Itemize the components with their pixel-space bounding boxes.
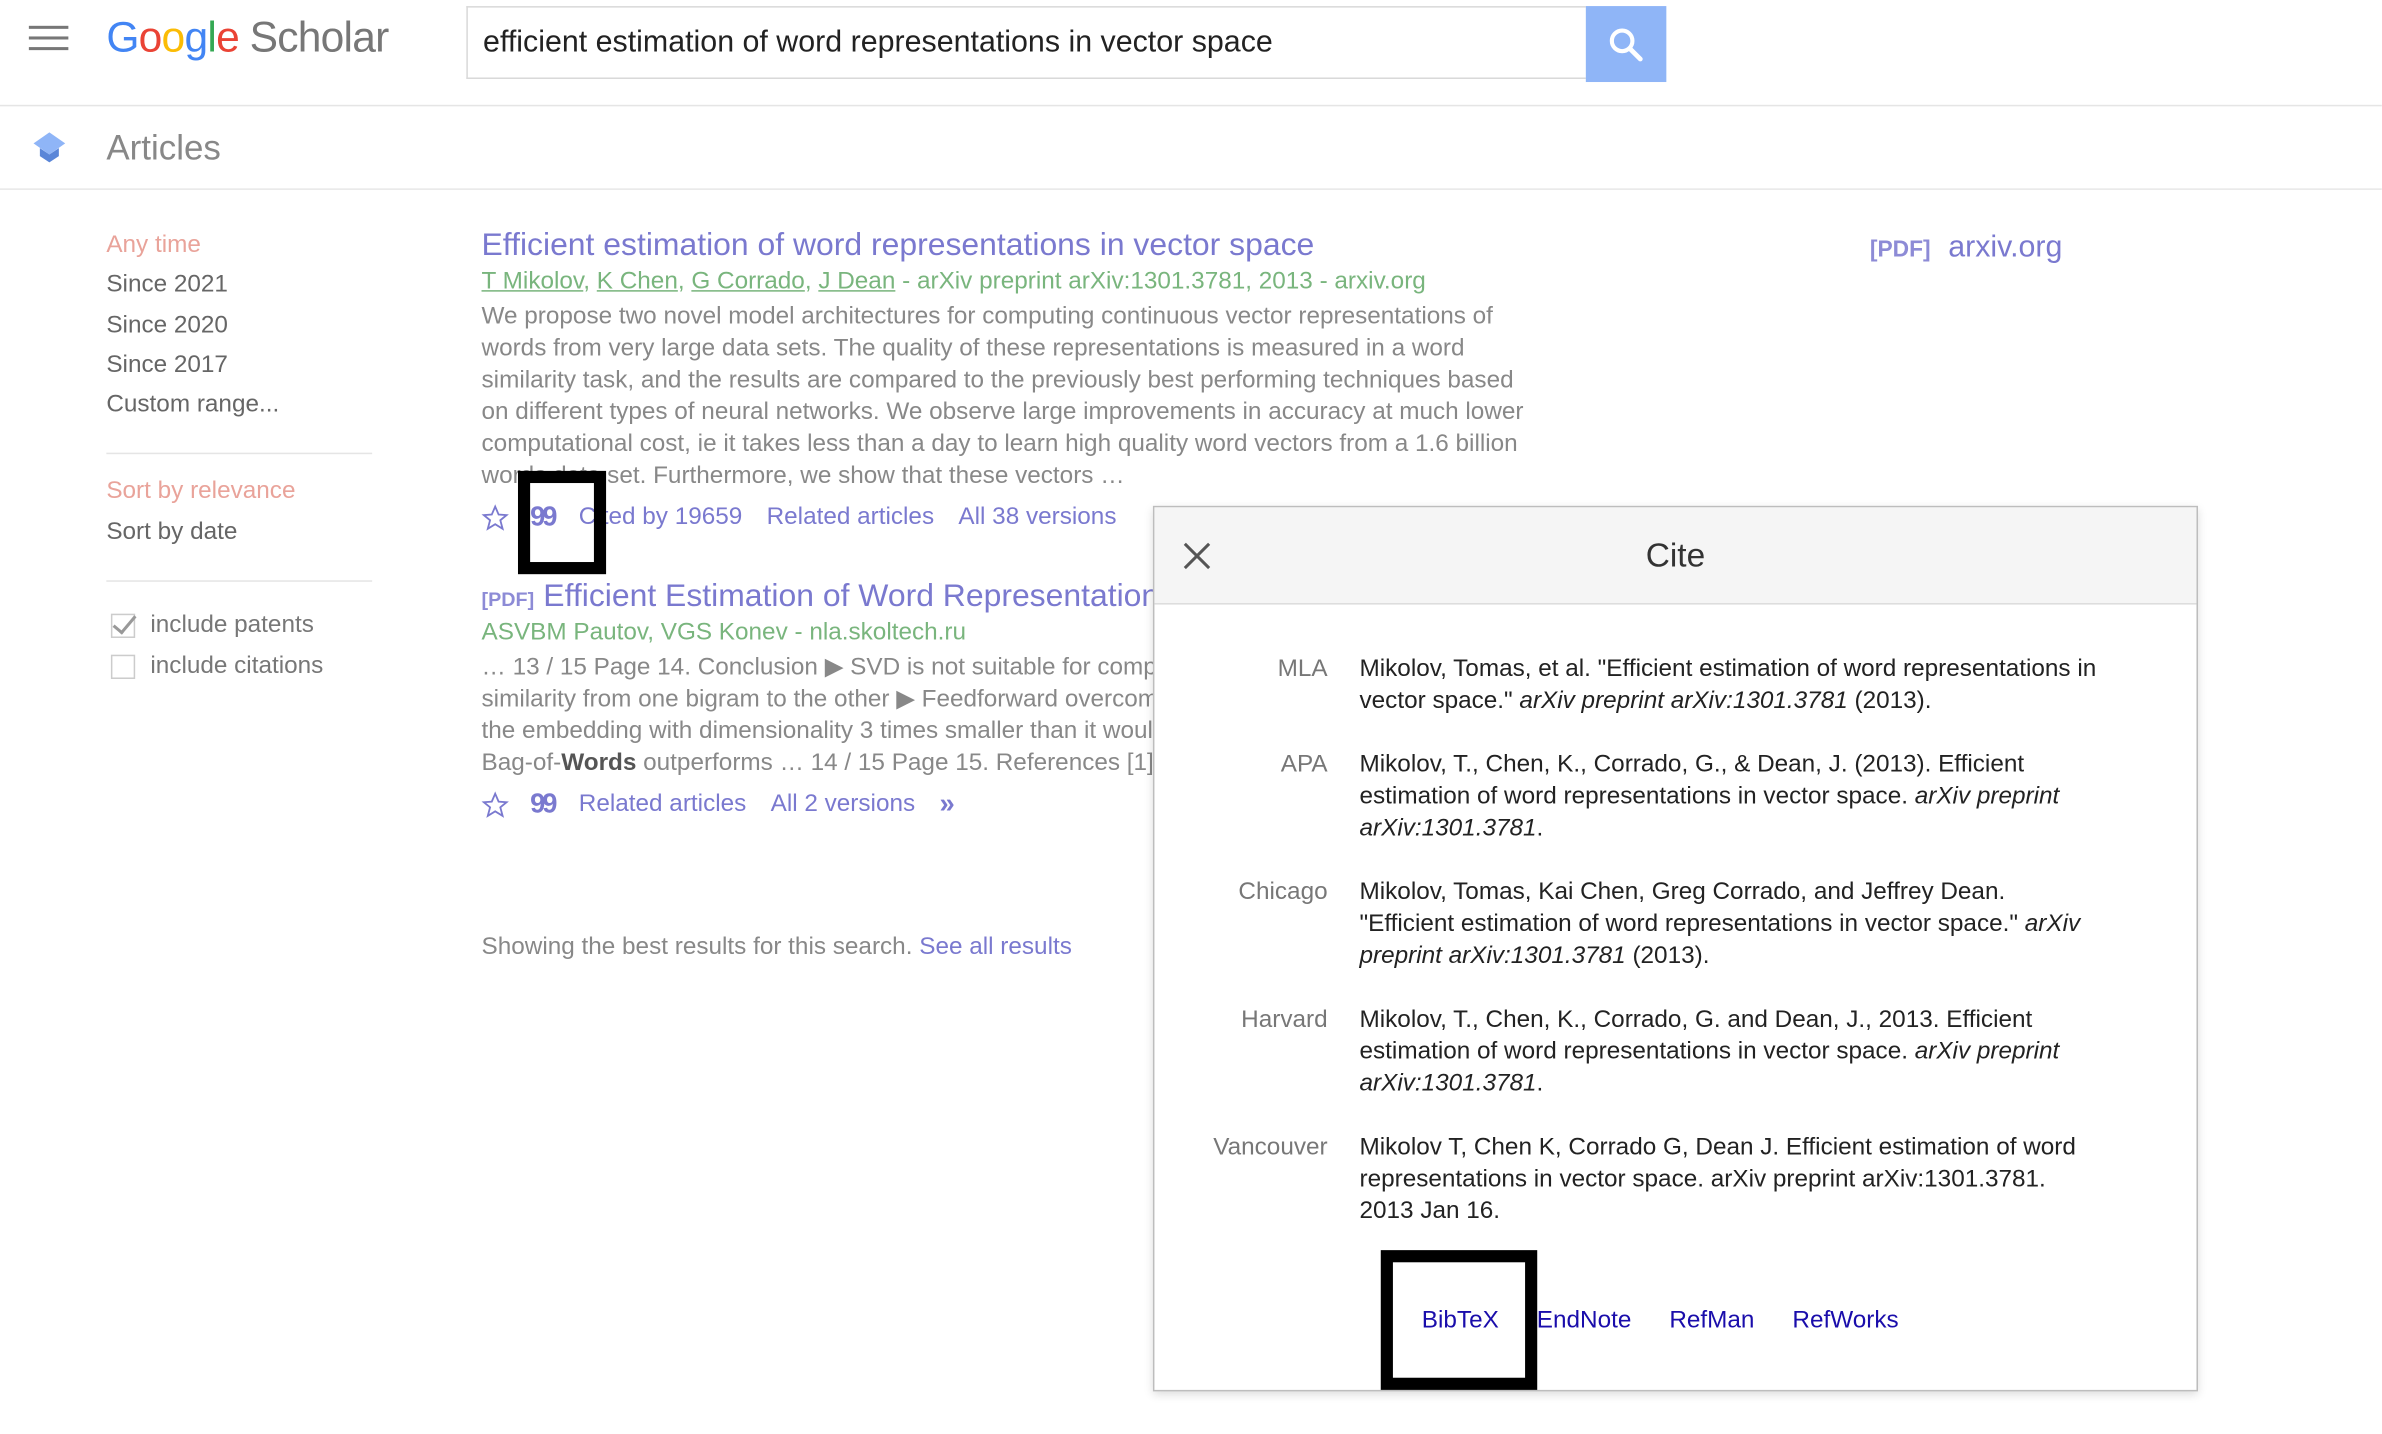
checkbox-label: include citations bbox=[150, 652, 324, 679]
citation-row-vancouver: Vancouver Mikolov T, Chen K, Corrado G, … bbox=[1154, 1132, 2196, 1228]
snippet-text: … 13 / 15 Page 14. Conclusion ▶ SVD is n… bbox=[481, 654, 1158, 713]
result-title-link[interactable]: Efficient estimation of word representat… bbox=[482, 228, 1545, 264]
sort-by-relevance[interactable]: Sort by relevance bbox=[106, 478, 372, 518]
citation-text[interactable]: Mikolov, Tomas, Kai Chen, Greg Corrado, … bbox=[1360, 876, 2104, 972]
citation-text-part: (2013). bbox=[1847, 688, 1932, 714]
author-link[interactable]: J Dean bbox=[818, 269, 895, 295]
checkbox-unchecked[interactable] bbox=[110, 654, 136, 679]
cite-dialog-title: Cite bbox=[1645, 536, 1706, 575]
logo-letter: o bbox=[138, 13, 163, 61]
citation-style-label: Vancouver bbox=[1213, 1134, 1328, 1161]
citation-row-chicago: Chicago Mikolov, Tomas, Kai Chen, Greg C… bbox=[1154, 876, 2196, 972]
citation-text[interactable]: Mikolov, Tomas, et al. "Efficient estima… bbox=[1360, 653, 2104, 717]
logo-product-name: Scholar bbox=[249, 13, 390, 61]
scholar-page: GoogleScholar Articles Any time Since 20… bbox=[0, 0, 2382, 1434]
more-chevrons-icon[interactable]: » bbox=[939, 788, 954, 820]
result-snippet: … 13 / 15 Page 14. Conclusion ▶ SVD is n… bbox=[482, 652, 1158, 780]
citation-text-part: Mikolov, Tomas, Kai Chen, Greg Corrado, … bbox=[1359, 879, 2025, 938]
include-patents-toggle[interactable]: include patents bbox=[106, 605, 372, 646]
related-articles-link[interactable]: Related articles bbox=[767, 504, 935, 531]
result-title-link[interactable]: [PDF] Efficient Estimation of Word Repres… bbox=[482, 579, 1158, 615]
sidebar-divider bbox=[106, 453, 373, 455]
search-input[interactable] bbox=[466, 6, 1586, 79]
search-result: [PDF] Efficient Estimation of Word Repres… bbox=[481, 579, 1158, 821]
result-snippet: We propose two novel model architectures… bbox=[481, 303, 1524, 490]
citation-style-label: Harvard bbox=[1241, 1007, 1328, 1033]
checkbox-checked[interactable] bbox=[110, 613, 136, 638]
sidebar-filters: Any time Since 2021 Since 2020 Since 201… bbox=[106, 231, 373, 687]
logo-letter: G bbox=[106, 13, 139, 61]
highlight-cite-icon bbox=[517, 470, 607, 575]
logo-letter: e bbox=[216, 13, 240, 61]
cite-dialog-header: Cite bbox=[1154, 507, 2197, 605]
cite-quote-icon[interactable]: 99 bbox=[530, 788, 557, 820]
section-title: Articles bbox=[106, 127, 221, 168]
citation-text[interactable]: Mikolov T, Chen K, Corrado G, Dean J. Ef… bbox=[1360, 1132, 2104, 1228]
snippet-highlight: Words bbox=[561, 750, 637, 777]
pdf-source: arxiv.org bbox=[1948, 230, 2063, 265]
all-versions-link[interactable]: All 2 versions bbox=[771, 791, 916, 818]
citation-list: MLA Mikolov, Tomas, et al. "Efficient es… bbox=[1154, 653, 2196, 1259]
top-bar: Google Scholar bbox=[0, 0, 2382, 107]
logo-letter: o bbox=[161, 13, 186, 61]
save-star-icon[interactable] bbox=[481, 503, 509, 531]
endnote-link[interactable]: EndNote bbox=[1537, 1308, 1632, 1334]
result-source: - arXiv preprint arXiv:1301.3781, 2013 -… bbox=[895, 268, 1426, 295]
search-icon bbox=[1609, 28, 1643, 62]
checkbox-label: include patents bbox=[150, 611, 314, 638]
sidebar-divider bbox=[106, 580, 373, 582]
related-articles-link[interactable]: Related articles bbox=[579, 791, 747, 818]
see-all-results-link[interactable]: See all results bbox=[919, 934, 1072, 960]
pdf-tag: [PDF] bbox=[1869, 236, 1931, 263]
result-title-text: Efficient Estimation of Word Representat… bbox=[543, 578, 1158, 614]
pdf-tag: [PDF] bbox=[481, 587, 535, 611]
sort-by-date[interactable]: Sort by date bbox=[106, 518, 372, 558]
citation-style-label: Chicago bbox=[1238, 879, 1328, 906]
result-authors: ASVBM Pautov, VGS Konev - nla.skoltech.r… bbox=[481, 619, 967, 646]
citation-text-part: (2013). bbox=[1625, 943, 1710, 970]
highlight-bibtex-link bbox=[1380, 1250, 1538, 1390]
filter-custom-range[interactable]: Custom range... bbox=[106, 391, 372, 431]
result-actions: 99 Related articles All 2 versions » bbox=[481, 788, 1158, 820]
refman-link[interactable]: RefMan bbox=[1669, 1308, 1754, 1334]
citation-style-label: APA bbox=[1280, 751, 1328, 778]
search-result: Efficient estimation of word representat… bbox=[481, 228, 1545, 533]
cite-dialog: Cite MLA Mikolov, Tomas, et al. "Efficie… bbox=[1152, 505, 2198, 1392]
google-scholar-logo[interactable]: Google Scholar bbox=[106, 13, 390, 63]
citation-text[interactable]: Mikolov, T., Chen, K., Corrado, G. and D… bbox=[1360, 1004, 2104, 1100]
citation-text-part: . bbox=[1536, 815, 1544, 842]
save-star-icon[interactable] bbox=[481, 790, 509, 818]
filter-since-2021[interactable]: Since 2021 bbox=[106, 271, 372, 311]
citation-text-part: . bbox=[1536, 1070, 1544, 1097]
author-link[interactable]: G Corrado bbox=[691, 269, 804, 295]
author-link[interactable]: K Chen bbox=[597, 269, 678, 295]
search-button[interactable] bbox=[1585, 6, 1667, 83]
citation-row-apa: APA Mikolov, T., Chen, K., Corrado, G., … bbox=[1154, 749, 2196, 845]
citation-text[interactable]: Mikolov, T., Chen, K., Corrado, G., & De… bbox=[1360, 749, 2104, 845]
scholar-cap-icon[interactable] bbox=[30, 128, 68, 166]
sub-header: Articles bbox=[0, 106, 2382, 190]
best-results-note: Showing the best results for this search… bbox=[482, 934, 1072, 961]
snippet-text: outperforms … 14 / 15 Page 15. Reference… bbox=[643, 750, 1157, 777]
citation-journal: arXiv preprint arXiv:1301.3781 bbox=[1519, 688, 1848, 714]
filter-any-time[interactable]: Any time bbox=[106, 231, 372, 271]
refworks-link[interactable]: RefWorks bbox=[1792, 1308, 1898, 1334]
filter-since-2017[interactable]: Since 2017 bbox=[106, 351, 372, 391]
logo-letter: g bbox=[184, 13, 208, 61]
citation-row-harvard: Harvard Mikolov, T., Chen, K., Corrado, … bbox=[1154, 1004, 2196, 1100]
all-versions-link[interactable]: All 38 versions bbox=[958, 504, 1116, 531]
filter-since-2020[interactable]: Since 2020 bbox=[106, 311, 372, 351]
citation-row-mla: MLA Mikolov, Tomas, et al. "Efficient es… bbox=[1154, 653, 2196, 717]
citation-style-label: MLA bbox=[1277, 656, 1328, 683]
citation-text-part: Mikolov T, Chen K, Corrado G, Dean J. Ef… bbox=[1359, 1134, 2076, 1225]
result-authors: T Mikolov, K Chen, G Corrado, J Dean - a… bbox=[481, 268, 1426, 295]
best-results-text: Showing the best results for this search… bbox=[481, 934, 913, 961]
author-link[interactable]: T Mikolov bbox=[482, 269, 584, 295]
hamburger-menu-icon[interactable] bbox=[28, 25, 69, 53]
result-pdf-link[interactable]: [PDF] arxiv.org bbox=[1870, 231, 2063, 266]
include-citations-toggle[interactable]: include citations bbox=[106, 646, 372, 687]
